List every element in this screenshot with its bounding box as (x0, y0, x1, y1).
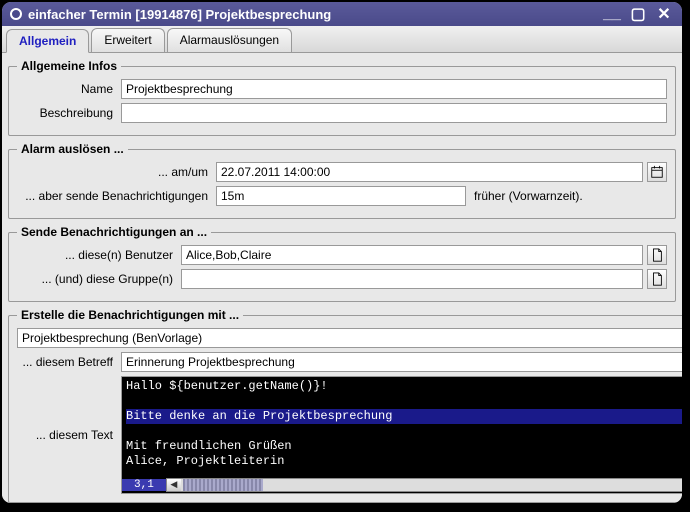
prewarn-input[interactable] (216, 186, 466, 206)
legend-general-info: Allgemeine Infos (17, 59, 121, 73)
scroll-thumb[interactable] (183, 479, 263, 491)
document-icon (650, 272, 664, 286)
document-icon (650, 248, 664, 262)
scroll-left-icon[interactable]: ◀ (167, 479, 181, 491)
legend-recipients: Sende Benachrichtigungen an ... (17, 225, 211, 239)
name-input[interactable] (121, 79, 667, 99)
cursor-position: 3,1 (122, 479, 166, 491)
group-alarm: Alarm auslösen ... ... am/um ... aber se… (8, 142, 676, 219)
tab-content: Allgemeine Infos Name Beschreibung Alarm… (2, 53, 682, 503)
users-label: ... diese(n) Benutzer (17, 248, 177, 262)
calendar-icon (650, 165, 664, 179)
group-recipients: Sende Benachrichtigungen an ... ... dies… (8, 225, 676, 302)
text-editor[interactable]: Hallo ${benutzer.getName()}! Bitte denke… (121, 376, 682, 494)
tab-extended[interactable]: Erweitert (91, 28, 164, 52)
legend-alarm: Alarm auslösen ... (17, 142, 128, 156)
groups-label: ... (und) diese Gruppe(n) (17, 272, 177, 286)
group-notification: Erstelle die Benachrichtigungen mit ... … (8, 308, 682, 503)
alarm-when-input[interactable] (216, 162, 643, 182)
description-label: Beschreibung (17, 106, 117, 120)
calendar-button[interactable] (647, 162, 667, 182)
prewarn-prefix-label: ... aber sende Benachrichtigungen (17, 189, 212, 203)
title-bar: einfacher Termin [19914876] Projektbespr… (2, 2, 682, 26)
template-select[interactable]: Projektbesprechung (BenVorlage) (17, 328, 682, 348)
editor-body[interactable]: Hallo ${benutzer.getName()}! Bitte denke… (122, 377, 682, 477)
subject-label: ... diesem Betreff (17, 355, 117, 369)
maximize-button[interactable]: ▢ (628, 6, 648, 22)
users-input[interactable] (181, 245, 643, 265)
close-button[interactable]: ✕ (654, 6, 674, 22)
text-label: ... diesem Text (17, 428, 117, 442)
group-general-info: Allgemeine Infos Name Beschreibung (8, 59, 676, 136)
editor-hscrollbar[interactable]: ◀ ▶ (166, 478, 682, 492)
tab-alarm-triggers[interactable]: Alarmauslösungen (167, 28, 292, 52)
groups-picker-button[interactable] (647, 269, 667, 289)
window-title: einfacher Termin [19914876] Projektbespr… (28, 7, 331, 22)
template-value: Projektbesprechung (BenVorlage) (22, 331, 202, 345)
tab-bar: Allgemein Erweitert Alarmauslösungen (2, 26, 682, 53)
name-label: Name (17, 82, 117, 96)
legend-notification: Erstelle die Benachrichtigungen mit ... (17, 308, 243, 322)
prewarn-suffix-label: früher (Vorwarnzeit). (470, 189, 583, 203)
minimize-button[interactable]: __ (602, 6, 622, 22)
app-icon (10, 8, 22, 20)
description-input[interactable] (121, 103, 667, 123)
alarm-when-label: ... am/um (17, 165, 212, 179)
tab-general[interactable]: Allgemein (6, 29, 89, 53)
editor-footer: 3,1 ◀ ▶ (122, 477, 682, 493)
users-picker-button[interactable] (647, 245, 667, 265)
subject-input[interactable] (121, 352, 682, 372)
groups-input[interactable] (181, 269, 643, 289)
dialog-window: einfacher Termin [19914876] Projektbespr… (1, 1, 683, 504)
